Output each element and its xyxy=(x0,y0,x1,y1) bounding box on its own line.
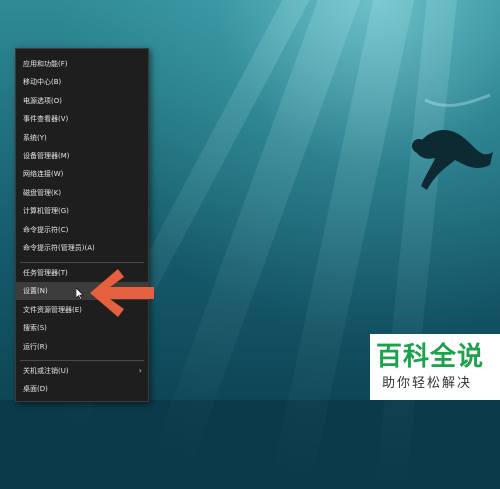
menu-item-label: 应用和功能(F) xyxy=(23,60,68,68)
menu-item[interactable]: 搜索(S) xyxy=(16,319,148,337)
menu-item-label: 设置(N) xyxy=(23,287,48,296)
menu-item[interactable]: 事件查看器(V) xyxy=(16,110,148,128)
menu-item-label: 任务管理器(T) xyxy=(23,269,68,277)
menu-item-label: 计算机管理(G) xyxy=(23,207,69,216)
menu-item-label: 系统(Y) xyxy=(23,133,47,142)
menu-item[interactable]: 计算机管理(G) xyxy=(16,202,148,220)
menu-item[interactable]: 桌面(D) xyxy=(16,380,148,398)
winx-context-menu: 应用和功能(F) 移动中心(B) 电源选项(O) 事件查看器(V) 系统(Y) 设备管理器… xyxy=(15,48,149,402)
menu-item[interactable]: 命令提示符(管理员)(A) xyxy=(16,239,148,257)
menu-separator xyxy=(20,262,144,263)
menu-item[interactable]: 设备管理器(M) xyxy=(16,147,148,165)
mouse-cursor-icon xyxy=(76,288,84,300)
menu-item[interactable]: 网络连接(W) xyxy=(16,165,148,183)
menu-item[interactable]: 移动中心(B) xyxy=(16,73,148,91)
menu-item[interactable]: 应用和功能(F) xyxy=(16,55,148,73)
watermark-subtitle: 助你轻松解决 xyxy=(382,376,473,391)
menu-item-label: 移动中心(B) xyxy=(23,78,62,87)
menu-item-label: 命令提示符(管理员)(A) xyxy=(23,244,95,252)
menu-item-label: 设备管理器(M) xyxy=(23,152,70,160)
menu-item-label: 文件资源管理器(E) xyxy=(23,305,82,314)
menu-item[interactable]: 系统(Y) xyxy=(16,129,148,147)
menu-item-label: 事件查看器(V) xyxy=(23,115,69,124)
menu-item-label: 命令提示符(C) xyxy=(23,225,69,234)
menu-item-label: 运行(R) xyxy=(23,342,48,351)
menu-item[interactable]: 运行(R) xyxy=(16,338,148,356)
watermark-title: 百科全说 xyxy=(376,342,485,372)
chevron-right-icon: › xyxy=(138,366,142,375)
menu-item-label: 网络连接(W) xyxy=(23,170,64,179)
menu-item-label: 桌面(D) xyxy=(23,385,48,394)
menu-item[interactable]: 磁盘管理(K) xyxy=(16,184,148,202)
menu-item-label: 电源选项(O) xyxy=(23,96,62,105)
menu-item-label: 搜索(S) xyxy=(23,324,47,333)
pointer-arrow-icon xyxy=(90,269,154,317)
diver-silhouette xyxy=(412,93,493,190)
menu-separator xyxy=(20,360,144,361)
menu-item[interactable]: 关机或注销(U) › xyxy=(16,362,148,380)
menu-item-label: 磁盘管理(K) xyxy=(23,188,62,197)
watermark-logo: 百科全说 助你轻松解决 xyxy=(370,334,500,400)
menu-item[interactable]: 命令提示符(C) xyxy=(16,221,148,239)
menu-item-label: 关机或注销(U) xyxy=(23,367,69,375)
menu-item[interactable]: 电源选项(O) xyxy=(16,92,148,110)
